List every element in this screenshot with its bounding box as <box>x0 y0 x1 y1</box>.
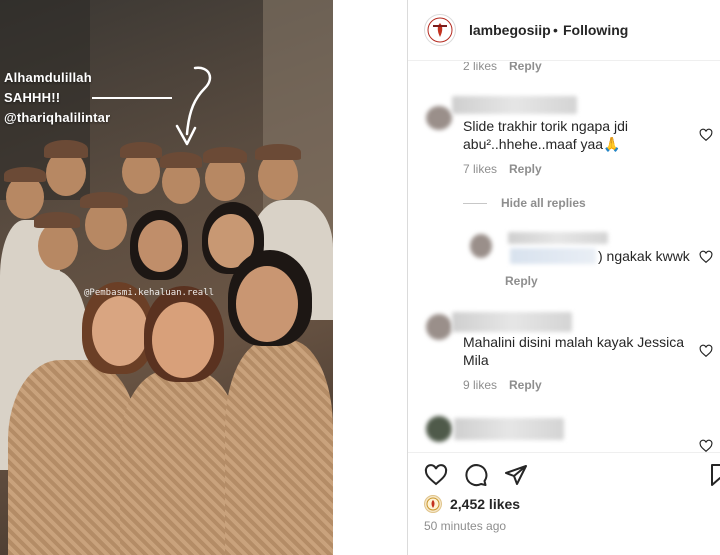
kebaya-outfit <box>8 360 138 555</box>
credit-tag: @Pembasmi.kehaluan.reall <box>84 288 215 298</box>
person-head <box>152 302 214 378</box>
blurred-avatar[interactable] <box>426 416 452 442</box>
kebaya-outfit <box>120 370 240 555</box>
comments-panel: lambegosiip • Following 2 likes Reply Sli… <box>407 0 720 555</box>
comment-meta: 2 likes Reply <box>463 62 542 73</box>
comment-icon[interactable] <box>464 463 488 487</box>
liker-logo-icon <box>426 497 440 511</box>
blurred-avatar[interactable] <box>470 234 492 258</box>
blurred-username <box>508 232 608 244</box>
heart-icon[interactable] <box>424 463 448 487</box>
post-image[interactable]: Alhamdulillah SAHHH!! @thariqhalilintar … <box>0 0 333 555</box>
likes-count[interactable]: 2,452 likes <box>450 496 520 512</box>
reply-button[interactable]: Reply <box>509 62 542 73</box>
account-avatar[interactable] <box>424 14 456 46</box>
comments-list[interactable]: 2 likes Reply Slide trakhir torik ngapa j… <box>408 62 720 452</box>
story-text-line: SAHHH!! <box>4 90 61 105</box>
blurred-comment <box>454 418 564 440</box>
reply-button[interactable]: Reply <box>505 274 538 288</box>
post-header: lambegosiip • Following <box>408 0 720 61</box>
person-head <box>138 220 182 272</box>
peci-cap <box>44 140 88 158</box>
comment-likes[interactable]: 9 likes <box>463 378 497 392</box>
comment-likes[interactable]: 2 likes <box>463 62 497 73</box>
blurred-avatar[interactable] <box>426 314 452 340</box>
comment-meta: Reply <box>505 274 538 288</box>
comment-meta: 7 likes Reply <box>463 162 542 176</box>
action-bar <box>408 452 720 492</box>
heart-icon[interactable] <box>699 439 713 452</box>
hand-drawn-arrow-icon <box>175 66 212 146</box>
person-head <box>92 296 148 366</box>
share-icon[interactable] <box>504 463 528 487</box>
liker-avatar[interactable] <box>424 495 442 513</box>
comment-meta: 9 likes Reply <box>463 378 542 392</box>
blurred-avatar[interactable] <box>426 106 452 130</box>
peci-cap <box>4 167 46 182</box>
likes-row: 2,452 likes <box>424 493 520 515</box>
reply-button[interactable]: Reply <box>509 162 542 176</box>
comment-text: Slide trakhir torik ngapa jdi abu²..hheh… <box>463 118 628 152</box>
person-head <box>236 266 298 342</box>
comment-text: ) ngakak kwwk <box>598 248 690 264</box>
peci-cap <box>255 144 301 160</box>
heart-icon[interactable] <box>699 250 713 264</box>
story-mention: @thariqhalilintar <box>4 110 111 125</box>
heart-icon[interactable] <box>699 344 713 358</box>
peci-cap <box>80 192 128 208</box>
blurred-username <box>452 312 572 332</box>
peci-cap <box>120 142 162 158</box>
blurred-username <box>452 96 577 114</box>
account-logo-icon <box>427 17 453 43</box>
person-head <box>38 222 78 270</box>
blurred-mention <box>510 248 596 264</box>
following-button[interactable]: Following <box>563 22 628 38</box>
comment-text: Mahalini disini malah kayak Jessica Mila <box>463 334 684 368</box>
reply-button[interactable]: Reply <box>509 378 542 392</box>
peci-cap <box>34 212 80 228</box>
hide-replies-button[interactable]: Hide all replies <box>463 196 586 210</box>
story-text-line: Alhamdulillah <box>4 70 92 85</box>
heart-icon[interactable] <box>699 128 713 142</box>
comment-likes[interactable]: 7 likes <box>463 162 497 176</box>
kebaya-outfit <box>225 340 333 555</box>
arrow-line <box>92 97 172 99</box>
account-username[interactable]: lambegosiip <box>469 22 551 38</box>
post-timestamp[interactable]: 50 minutes ago <box>424 519 506 533</box>
separator-dot: • <box>553 22 558 38</box>
peci-cap <box>160 152 202 168</box>
bookmark-icon[interactable] <box>708 463 720 487</box>
